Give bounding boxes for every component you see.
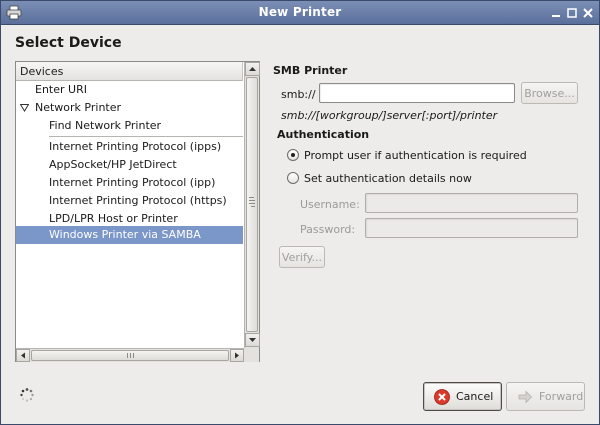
tree-item-find-network-printer[interactable]: Find Network Printer xyxy=(16,117,243,135)
username-field[interactable] xyxy=(365,193,578,213)
pane-resize-handle[interactable] xyxy=(249,197,255,207)
tree-item-label: LPD/LPR Host or Printer xyxy=(49,212,178,225)
device-tree[interactable]: Devices Enter URI Network Printer Find N… xyxy=(15,61,260,362)
title-bar[interactable]: New Printer xyxy=(1,1,599,25)
scroll-left-button[interactable] xyxy=(16,349,30,362)
tree-item-ipp[interactable]: Internet Printing Protocol (ipp) xyxy=(16,174,243,192)
smb-uri-hint: smb://[workgroup/]server[:port]/printer xyxy=(281,109,498,122)
prompt-auth-radio[interactable] xyxy=(287,149,299,161)
tree-item-label: Internet Printing Protocol (https) xyxy=(49,194,227,207)
tree-item-label: Find Network Printer xyxy=(49,119,162,132)
cancel-icon xyxy=(434,389,450,405)
tree-item-network-printer[interactable]: Network Printer xyxy=(16,99,243,117)
smb-section-title: SMB Printer xyxy=(273,64,348,77)
forward-label: Forward xyxy=(539,390,584,403)
password-label: Password: xyxy=(300,223,356,236)
scroll-up-button[interactable] xyxy=(245,62,260,76)
smb-uri-input[interactable] xyxy=(319,83,515,103)
loading-spinner-icon xyxy=(20,388,34,402)
minimize-icon[interactable] xyxy=(549,6,563,20)
arrow-up-icon xyxy=(249,67,256,71)
tree-item-label: Enter URI xyxy=(35,83,87,96)
tree-item-samba[interactable]: Windows Printer via SAMBA xyxy=(16,226,243,244)
grip-icon xyxy=(127,353,134,358)
authentication-section-title: Authentication xyxy=(277,128,370,141)
cancel-button[interactable]: Cancel xyxy=(423,382,502,411)
tree-item-label: Windows Printer via SAMBA xyxy=(49,228,201,241)
scroll-right-button[interactable] xyxy=(230,349,244,362)
prompt-auth-label[interactable]: Prompt user if authentication is require… xyxy=(304,149,527,162)
scroll-corner xyxy=(244,348,259,362)
horizontal-scroll-thumb[interactable] xyxy=(31,350,229,361)
arrow-right-icon xyxy=(518,390,533,404)
page-title: Select Device xyxy=(15,35,122,51)
username-label: Username: xyxy=(300,198,360,211)
tree-item-label: Internet Printing Protocol (ipps) xyxy=(49,140,222,153)
new-printer-dialog: New Printer Select Device Devices Enter … xyxy=(0,0,600,425)
arrow-down-icon xyxy=(249,338,256,342)
maximize-icon[interactable] xyxy=(565,6,579,20)
forward-button[interactable]: Forward xyxy=(506,382,585,411)
horizontal-scrollbar[interactable] xyxy=(16,348,244,362)
verify-button[interactable]: Verify... xyxy=(279,246,325,268)
smb-uri-prefix: smb:// xyxy=(281,88,316,101)
password-field[interactable] xyxy=(365,218,578,238)
arrow-left-icon xyxy=(21,352,25,359)
tree-item-https[interactable]: Internet Printing Protocol (https) xyxy=(16,192,243,210)
browse-button[interactable]: Browse... xyxy=(521,82,578,104)
expander-triangle-icon[interactable] xyxy=(20,104,29,112)
set-auth-radio[interactable] xyxy=(287,172,299,184)
close-icon[interactable] xyxy=(581,6,595,20)
tree-separator xyxy=(49,136,243,137)
tree-item-label: Network Printer xyxy=(35,101,122,114)
cancel-label: Cancel xyxy=(456,390,494,403)
tree-item-appsocket[interactable]: AppSocket/HP JetDirect xyxy=(16,156,243,174)
arrow-right-icon xyxy=(235,352,239,359)
tree-item-enter-uri[interactable]: Enter URI xyxy=(16,81,243,99)
scroll-down-button[interactable] xyxy=(245,333,260,347)
window-title: New Printer xyxy=(258,5,342,19)
devices-column-header[interactable]: Devices xyxy=(16,62,243,81)
tree-item-ipps[interactable]: Internet Printing Protocol (ipps) xyxy=(16,138,243,156)
tree-item-label: AppSocket/HP JetDirect xyxy=(49,158,177,171)
set-auth-label[interactable]: Set authentication details now xyxy=(304,172,472,185)
tree-item-label: Internet Printing Protocol (ipp) xyxy=(49,176,216,189)
